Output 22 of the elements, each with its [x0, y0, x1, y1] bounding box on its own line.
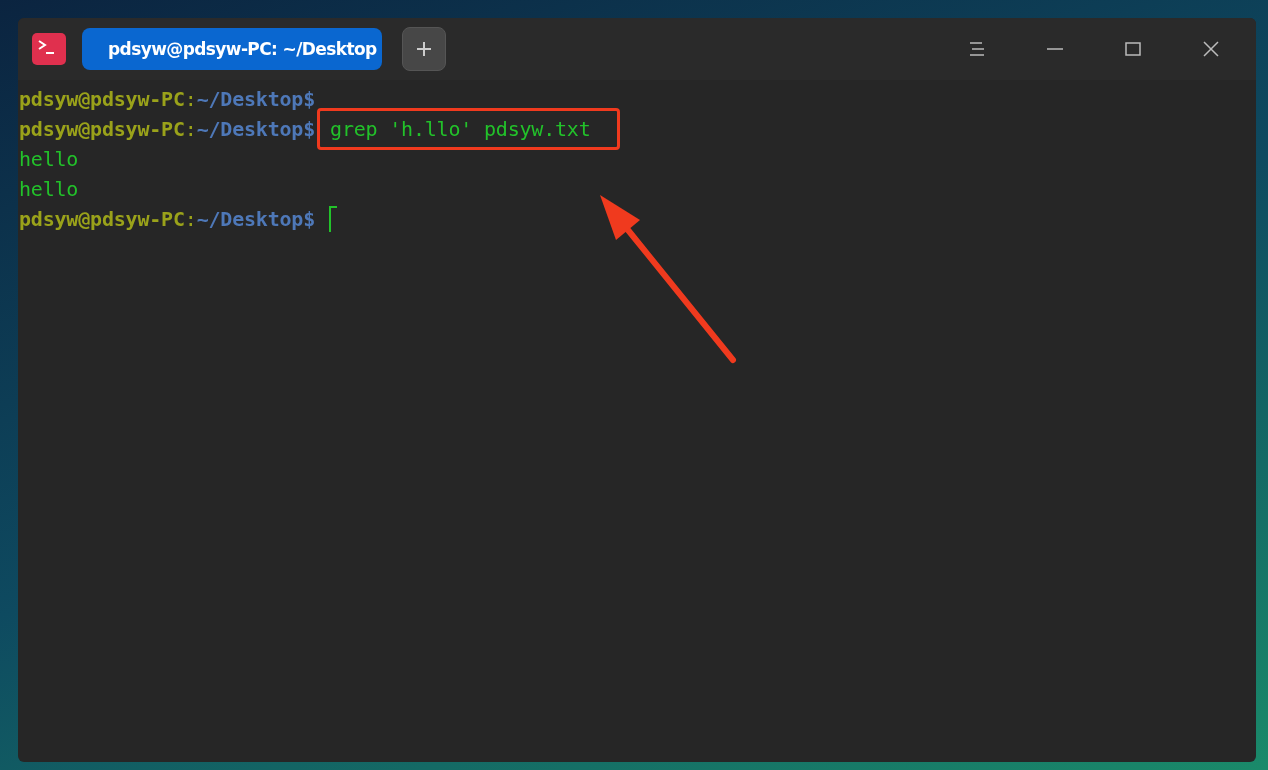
output-text: hello: [19, 176, 79, 203]
output-text: hello: [19, 146, 79, 173]
prompt-symbol: $: [303, 116, 316, 143]
prompt-separator: :: [184, 86, 197, 113]
terminal-app-icon[interactable]: [32, 33, 66, 65]
prompt-path: ~/Desktop: [196, 206, 304, 233]
prompt-user: pdsyw@pdsyw-PC: [19, 86, 185, 113]
terminal-tab[interactable]: pdsyw@pdsyw-PC: ~/Desktop: [82, 28, 382, 70]
prompt-symbol: $: [303, 86, 316, 113]
maximize-icon[interactable]: [1123, 39, 1143, 59]
menu-icon[interactable]: [967, 39, 987, 59]
prompt-separator: :: [184, 206, 197, 233]
prompt-path: ~/Desktop: [196, 116, 304, 143]
prompt-user: pdsyw@pdsyw-PC: [19, 206, 185, 233]
close-icon[interactable]: [1201, 39, 1221, 59]
prompt-separator: :: [184, 116, 197, 143]
command-text: grep 'h.llo' pdsyw.txt: [330, 117, 591, 141]
prompt-path: ~/Desktop: [196, 86, 304, 113]
new-tab-button[interactable]: [402, 27, 446, 71]
prompt-symbol: $: [303, 206, 316, 233]
prompt-user: pdsyw@pdsyw-PC: [19, 116, 185, 143]
plus-icon: [414, 39, 434, 59]
